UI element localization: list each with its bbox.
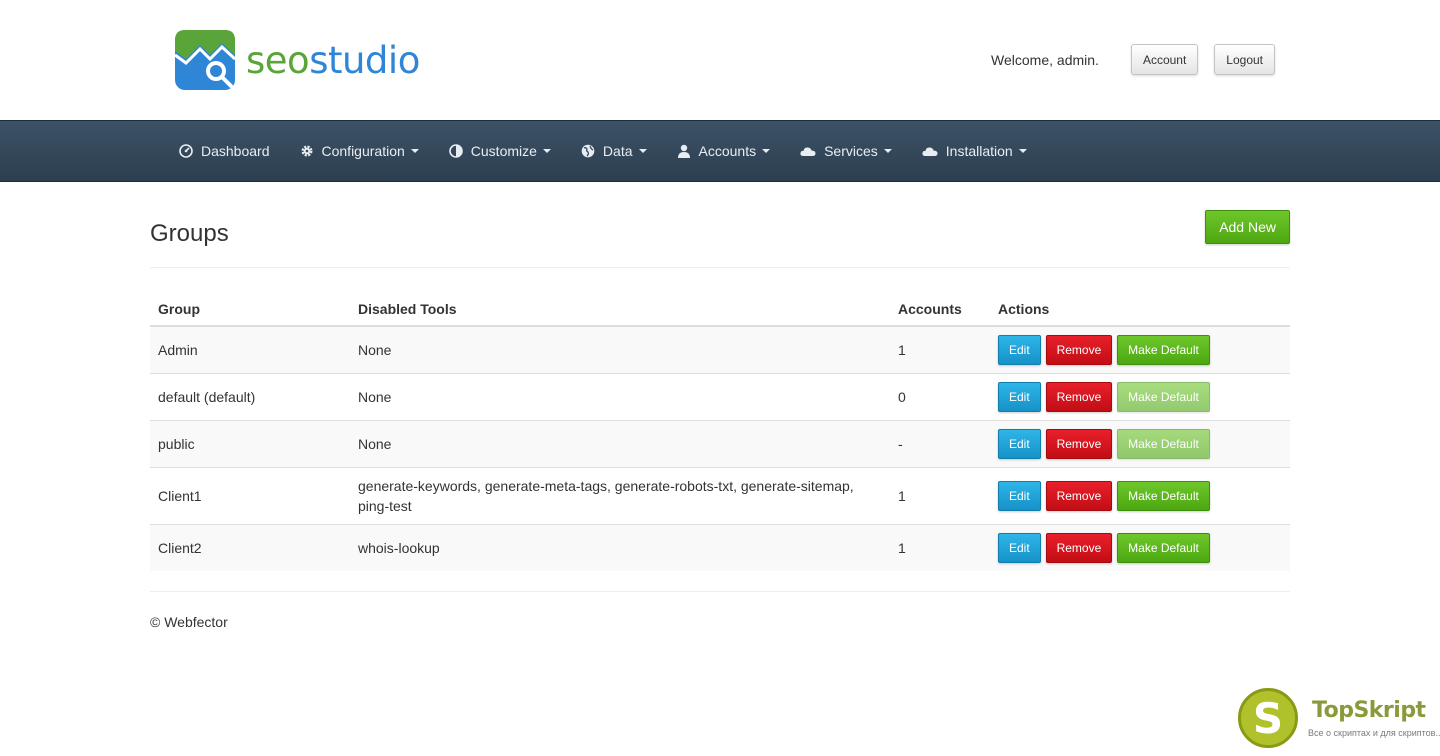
footer-divider bbox=[150, 591, 1290, 592]
column-header-actions: Actions bbox=[990, 292, 1290, 327]
logout-button[interactable]: Logout bbox=[1214, 44, 1275, 75]
dashboard-icon bbox=[179, 144, 193, 158]
nav-item-accounts[interactable]: Accounts bbox=[677, 143, 771, 159]
table-row: public None - Edit Remove Make Default bbox=[150, 419, 1290, 467]
actions-cell: Edit Remove Make Default bbox=[990, 466, 1290, 524]
group-name-cell: Client1 bbox=[150, 466, 350, 524]
accounts-count-cell: 1 bbox=[890, 466, 990, 524]
nav-item-label: Configuration bbox=[321, 143, 405, 159]
nav-item-label: Accounts bbox=[698, 143, 757, 159]
contrast-icon bbox=[448, 144, 463, 158]
nav-item-configuration[interactable]: Configuration bbox=[300, 143, 419, 159]
navbar: Dashboard Configuration Customize Data A… bbox=[0, 120, 1440, 182]
accounts-count-cell: 1 bbox=[890, 523, 990, 571]
logo-text-seo: seo bbox=[246, 38, 310, 82]
caret-down-icon bbox=[638, 149, 647, 153]
column-header-accounts[interactable]: Accounts bbox=[890, 292, 990, 327]
remove-button[interactable]: Remove bbox=[1045, 480, 1113, 511]
nav-item-label: Installation bbox=[945, 143, 1013, 159]
make-default-button[interactable]: Make Default bbox=[1117, 532, 1210, 563]
nav-item-dashboard[interactable]: Dashboard bbox=[179, 143, 270, 159]
disabled-tools-cell: None bbox=[350, 326, 890, 373]
edit-button[interactable]: Edit bbox=[998, 532, 1041, 563]
disabled-tools-cell: whois-lookup bbox=[350, 523, 890, 571]
accounts-count-cell: 1 bbox=[890, 326, 990, 373]
make-default-button-disabled: Make Default bbox=[1117, 381, 1210, 412]
gear-icon bbox=[301, 145, 312, 157]
caret-down-icon bbox=[883, 149, 892, 153]
watermark-subtitle: Все о скриптах и для скриптов... bbox=[1308, 728, 1440, 738]
remove-button[interactable]: Remove bbox=[1045, 334, 1113, 365]
caret-down-icon bbox=[542, 149, 551, 153]
remove-button[interactable]: Remove bbox=[1045, 381, 1113, 412]
nav-item-data[interactable]: Data bbox=[581, 143, 647, 159]
caret-down-icon bbox=[1018, 149, 1027, 153]
edit-button[interactable]: Edit bbox=[998, 428, 1041, 459]
group-name-cell: default (default) bbox=[150, 372, 350, 420]
table-row: Client2 whois-lookup 1 Edit Remove Make … bbox=[150, 523, 1290, 571]
nav-item-label: Services bbox=[824, 143, 878, 159]
nav-menu: Dashboard Configuration Customize Data A… bbox=[179, 121, 1057, 181]
remove-button[interactable]: Remove bbox=[1045, 532, 1113, 563]
disabled-tools-cell: None bbox=[350, 372, 890, 420]
actions-cell: Edit Remove Make Default bbox=[990, 419, 1290, 467]
nav-item-customize[interactable]: Customize bbox=[448, 143, 551, 159]
groups-table: Group Disabled Tools Accounts Actions Ad… bbox=[150, 292, 1290, 571]
group-name-cell: Client2 bbox=[150, 523, 350, 571]
remove-button[interactable]: Remove bbox=[1045, 428, 1113, 459]
globe-icon bbox=[581, 144, 595, 158]
accounts-count-cell: - bbox=[890, 419, 990, 467]
edit-button[interactable]: Edit bbox=[998, 480, 1041, 511]
header: seostudio Welcome, admin. Account Logout bbox=[0, 0, 1440, 120]
cloud-icon bbox=[800, 147, 816, 156]
caret-down-icon bbox=[410, 149, 419, 153]
watermark-title: TopSkript bbox=[1312, 698, 1426, 723]
footer-copyright: © Webfector bbox=[150, 614, 228, 630]
table-row: Admin None 1 Edit Remove Make Default bbox=[150, 326, 1290, 373]
column-header-group[interactable]: Group bbox=[150, 292, 350, 327]
topskript-logo-icon: S bbox=[1238, 688, 1298, 748]
actions-cell: Edit Remove Make Default bbox=[990, 372, 1290, 420]
accounts-count-cell: 0 bbox=[890, 372, 990, 420]
page-header: Groups Add New bbox=[150, 182, 1290, 268]
column-header-disabled-tools[interactable]: Disabled Tools bbox=[350, 292, 890, 327]
edit-button[interactable]: Edit bbox=[998, 381, 1041, 412]
make-default-button[interactable]: Make Default bbox=[1117, 334, 1210, 365]
logo[interactable]: seostudio bbox=[174, 29, 420, 91]
page-title: Groups bbox=[150, 220, 229, 247]
make-default-button-disabled: Make Default bbox=[1117, 428, 1210, 459]
table-row: default (default) None 0 Edit Remove Mak… bbox=[150, 372, 1290, 420]
edit-button[interactable]: Edit bbox=[998, 334, 1041, 365]
nav-item-label: Dashboard bbox=[201, 143, 270, 159]
make-default-button[interactable]: Make Default bbox=[1117, 480, 1210, 511]
logo-text-studio: studio bbox=[309, 38, 420, 82]
nav-item-label: Customize bbox=[470, 143, 537, 159]
cloud-icon bbox=[922, 147, 938, 156]
nav-item-installation[interactable]: Installation bbox=[922, 143, 1027, 159]
welcome-text: Welcome, admin. bbox=[991, 51, 1099, 68]
nav-item-label: Data bbox=[602, 143, 633, 159]
topskript-watermark: S TopSkript Все о скриптах и для скрипто… bbox=[1238, 688, 1440, 752]
actions-cell: Edit Remove Make Default bbox=[990, 326, 1290, 373]
group-name-cell: Admin bbox=[150, 326, 350, 373]
logo-text: seostudio bbox=[246, 39, 420, 82]
account-button[interactable]: Account bbox=[1130, 44, 1199, 75]
nav-item-services[interactable]: Services bbox=[800, 143, 892, 159]
seostudio-logo-icon bbox=[174, 29, 237, 91]
user-area: Welcome, admin. Account Logout bbox=[991, 44, 1275, 75]
group-name-cell: public bbox=[150, 419, 350, 467]
disabled-tools-cell: generate-keywords, generate-meta-tags, g… bbox=[350, 466, 890, 524]
caret-down-icon bbox=[762, 149, 771, 153]
user-icon bbox=[677, 144, 690, 158]
table-header-row: Group Disabled Tools Accounts Actions bbox=[150, 292, 1290, 327]
actions-cell: Edit Remove Make Default bbox=[990, 523, 1290, 571]
main-content: Groups Add New Group Disabled Tools Acco… bbox=[150, 182, 1290, 571]
disabled-tools-cell: None bbox=[350, 419, 890, 467]
table-row: Client1 generate-keywords, generate-meta… bbox=[150, 466, 1290, 524]
add-new-button[interactable]: Add New bbox=[1205, 210, 1290, 244]
